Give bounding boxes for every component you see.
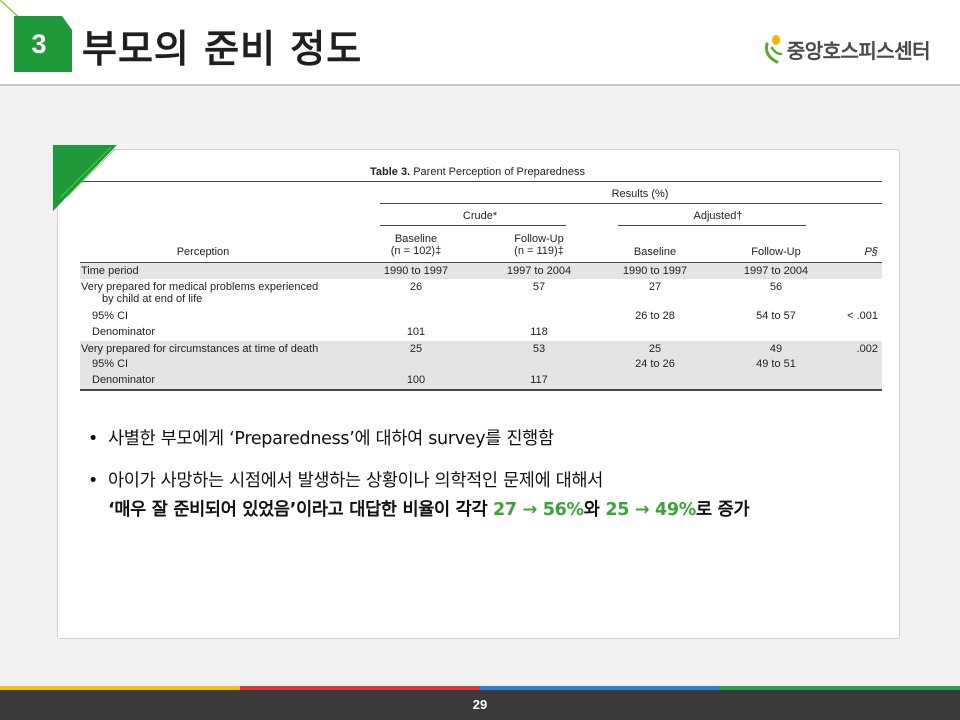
organization-logo: 중앙호스피스센터 [763, 34, 931, 64]
highlight-value-medical: 27 → 56% [493, 500, 584, 520]
highlight-value-death: 25 → 49% [605, 500, 697, 520]
hospice-logo-icon [764, 35, 783, 64]
baseline-crude-header: Baseline (n = 102)‡ [390, 233, 442, 257]
table-row: Very prepared for medical problems exper… [81, 281, 783, 305]
section-number: 3 [31, 28, 47, 59]
table-panel: Table 3. Parent Perception of Preparedne… [57, 149, 900, 639]
bullet-item-result: • 아이가 사망하는 시점에서 발생하는 상황이나 의학적인 문제에 대해서 [88, 468, 603, 494]
p-value-header: P§ [864, 246, 878, 258]
table-row: Time period 1990 to 1997 1997 to 2004 19… [80, 263, 882, 279]
crude-rule [380, 225, 566, 226]
results-rule [380, 203, 882, 204]
table-row-group-shaded: Very prepared for circumstances at time … [80, 341, 882, 389]
bullet-item-survey: • 사별한 부모에게 ‘Preparedness’에 대하여 survey를 진행… [88, 426, 554, 452]
crude-header: Crude* [462, 210, 498, 222]
page-number: 29 [472, 697, 488, 712]
table-bottom-rule [80, 389, 882, 391]
results-header: Results (%) [611, 188, 669, 200]
baseline-adjusted-header: Baseline [633, 246, 677, 258]
emphasis-result-line: ‘매우 잘 준비되어 있었음’이라고 대답한 비율이 각각 27 → 56%와 … [108, 500, 750, 520]
followup-adjusted-header: Follow-Up [751, 246, 801, 258]
panel-corner-accent [53, 145, 117, 211]
table-row: Denominator 101 118 [92, 326, 548, 338]
adjusted-header: Adjusted† [693, 210, 743, 222]
table-caption: Table 3. Parent Perception of Preparedne… [370, 166, 586, 178]
table-row: 95% CI 26 to 28 54 to 57 < .001 [92, 310, 878, 322]
bullet-dot: • [88, 471, 99, 491]
bullet-dot: • [88, 429, 99, 449]
adjusted-rule [618, 225, 806, 226]
perception-header: Perception [176, 246, 230, 258]
page-title: 부모의 준비 정도 [82, 27, 363, 71]
logo-text: 중앙호스피스센터 [786, 38, 931, 63]
followup-crude-header: Follow-Up (n = 119)‡ [514, 233, 564, 257]
table-top-rule [80, 181, 882, 182]
